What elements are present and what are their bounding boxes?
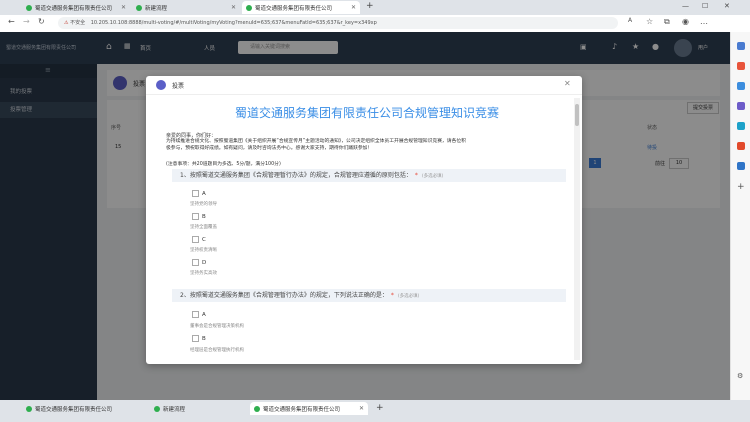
- tab-favicon-icon: [154, 405, 160, 412]
- collections-icon[interactable]: ⧉: [664, 17, 670, 27]
- send-icon[interactable]: [737, 162, 745, 170]
- tab-title: 新建流程: [145, 5, 168, 12]
- question-type: (多选必填): [421, 174, 444, 179]
- option-desc: 经理层是合规管理执行机构: [190, 348, 244, 353]
- search-icon[interactable]: [737, 42, 745, 50]
- modal-scrollbar[interactable]: [574, 98, 580, 360]
- close-window-icon[interactable]: ✕: [724, 2, 730, 10]
- checkbox[interactable]: [192, 311, 199, 318]
- vote-modal: 投票 ✕ 蜀道交通服务集团有限责任公司合规管理知识竞赛 亲爱的同事，你们好： 为…: [146, 76, 582, 364]
- modal-title: 投票: [172, 83, 185, 90]
- intro-text: 为持续推进合规文化、按照蜀道集团《关于组织开展“合规宣传月”主题活动的通知》，公…: [166, 139, 466, 151]
- back-icon[interactable]: ←: [8, 17, 15, 26]
- more-icon[interactable]: …: [700, 17, 708, 26]
- option-desc: 坚持全面覆盖: [190, 225, 217, 230]
- profile-icon[interactable]: ◉: [682, 17, 689, 26]
- checkbox[interactable]: [192, 213, 199, 220]
- taskbar-tab-1[interactable]: 蜀道交通服务集团有限责任公司: [22, 402, 130, 415]
- url-text: 10.205.10.108:8888/multi-voting/#/multiV…: [90, 20, 377, 26]
- security-label: 不安全: [70, 20, 86, 26]
- new-tab-icon[interactable]: +: [376, 403, 384, 413]
- option-label: C: [202, 236, 206, 243]
- modal-logo-icon: [156, 80, 166, 90]
- address-bar: ← → ↻ ⚠ 不安全 10.205.10.108:8888/multi-vot…: [0, 15, 750, 33]
- browser-tab-1[interactable]: 蜀道交通服务集团有限责任公司 ✕: [22, 1, 130, 14]
- checkbox[interactable]: [192, 190, 199, 197]
- tab-title: 蜀道交通服务集团有限责任公司: [263, 406, 341, 413]
- question-2-title: 2、按照蜀道交通服务集团《合规管理暂行办法》的规定，下列说法正确的是： * (多选必…: [172, 289, 566, 302]
- question-text: 1、按照蜀道交通服务集团《合规管理暂行办法》的规定，合规管理应遵循的原则包括：: [180, 172, 412, 179]
- browser-tab-3[interactable]: 蜀道交通服务集团有限责任公司 ✕: [242, 1, 360, 14]
- note-text: (注意事项：共20道题目为多选、5分/题，满分100分): [166, 162, 281, 167]
- greeting-text: 亲爱的同事，你们好：: [166, 133, 217, 139]
- required-mark: *: [390, 292, 394, 299]
- taskbar-tab-3[interactable]: 蜀道交通服务集团有限责任公司 ✕: [250, 402, 368, 415]
- tab-favicon-icon: [26, 4, 32, 11]
- tab-favicon-icon: [246, 4, 252, 11]
- favorite-icon[interactable]: ☆: [646, 17, 653, 26]
- tab-title: 新建流程: [163, 406, 186, 413]
- question-2-option-b[interactable]: B: [192, 335, 206, 342]
- translate-icon[interactable]: A: [628, 17, 632, 24]
- question-1-option-d[interactable]: D: [192, 259, 206, 266]
- question-1-option-b[interactable]: B: [192, 213, 206, 220]
- close-tab-icon[interactable]: ✕: [121, 4, 126, 11]
- tab-favicon-icon: [254, 405, 260, 412]
- browser-tab-2[interactable]: 新建流程 ✕: [132, 1, 240, 14]
- checkbox[interactable]: [192, 335, 199, 342]
- close-tab-icon[interactable]: ✕: [351, 4, 356, 11]
- quiz-heading: 蜀道交通服务集团有限责任公司合规管理知识竞赛: [234, 106, 499, 120]
- forward-icon[interactable]: →: [23, 17, 30, 26]
- option-label: D: [202, 259, 207, 266]
- tab-favicon-icon: [136, 4, 142, 11]
- outlook-icon[interactable]: [737, 122, 745, 130]
- url-field[interactable]: ⚠ 不安全 10.205.10.108:8888/multi-voting/#/…: [58, 17, 618, 29]
- question-1-option-a[interactable]: A: [192, 190, 206, 197]
- option-label: B: [202, 335, 206, 342]
- tab-title: 蜀道交通服务集团有限责任公司: [35, 406, 113, 413]
- option-desc: 董事会是合规管理决策机构: [190, 324, 244, 329]
- minimize-icon[interactable]: —: [682, 2, 689, 10]
- tab-title: 蜀道交通服务集团有限责任公司: [35, 5, 113, 12]
- refresh-icon[interactable]: ↻: [38, 17, 45, 26]
- option-desc: 坚持务实高效: [190, 271, 217, 276]
- maximize-icon[interactable]: ☐: [702, 2, 708, 10]
- required-mark: *: [414, 172, 418, 179]
- tab-favicon-icon: [26, 405, 32, 412]
- modal-body: 蜀道交通服务集团有限责任公司合规管理知识竞赛 亲爱的同事，你们好： 为持续推进合…: [162, 98, 572, 360]
- checkbox[interactable]: [192, 259, 199, 266]
- add-icon[interactable]: +: [737, 182, 745, 192]
- browser-tab-bar: 蜀道交通服务集团有限责任公司 ✕ 新建流程 ✕ 蜀道交通服务集团有限责任公司 ✕…: [0, 0, 750, 15]
- option-label: A: [202, 190, 206, 197]
- question-1-option-c[interactable]: C: [192, 236, 206, 243]
- tools-icon[interactable]: [737, 82, 745, 90]
- question-1-title: 1、按照蜀道交通服务集团《合规管理暂行办法》的规定，合规管理应遵循的原则包括： *…: [172, 169, 566, 182]
- scrollbar-thumb[interactable]: [575, 104, 579, 126]
- option-label: B: [202, 213, 206, 220]
- option-desc: 坚持权责清晰: [190, 248, 217, 253]
- option-desc: 坚持党的领导: [190, 202, 217, 207]
- taskbar-tab-2[interactable]: 新建流程: [150, 402, 246, 415]
- question-2-option-a[interactable]: A: [192, 311, 206, 318]
- office-icon[interactable]: [737, 142, 745, 150]
- close-tab-icon[interactable]: ✕: [231, 4, 236, 11]
- security-warning-icon: ⚠: [64, 20, 69, 26]
- new-tab-icon[interactable]: +: [366, 1, 374, 11]
- checkbox[interactable]: [192, 236, 199, 243]
- games-icon[interactable]: [737, 102, 745, 110]
- question-text: 2、按照蜀道交通服务集团《合规管理暂行办法》的规定，下列说法正确的是：: [180, 292, 388, 299]
- close-icon[interactable]: ✕: [564, 79, 571, 88]
- modal-header: 投票 ✕: [146, 76, 582, 95]
- close-tab-icon[interactable]: ✕: [359, 405, 364, 412]
- shopping-icon[interactable]: [737, 62, 745, 70]
- taskbar: 蜀道交通服务集团有限责任公司 新建流程 蜀道交通服务集团有限责任公司 ✕ +: [0, 400, 750, 422]
- tab-title: 蜀道交通服务集团有限责任公司: [255, 5, 333, 12]
- question-type: (多选必填): [397, 294, 420, 299]
- option-label: A: [202, 311, 206, 318]
- settings-icon[interactable]: ⚙: [737, 372, 743, 380]
- browser-side-panel: + ⚙: [730, 32, 750, 400]
